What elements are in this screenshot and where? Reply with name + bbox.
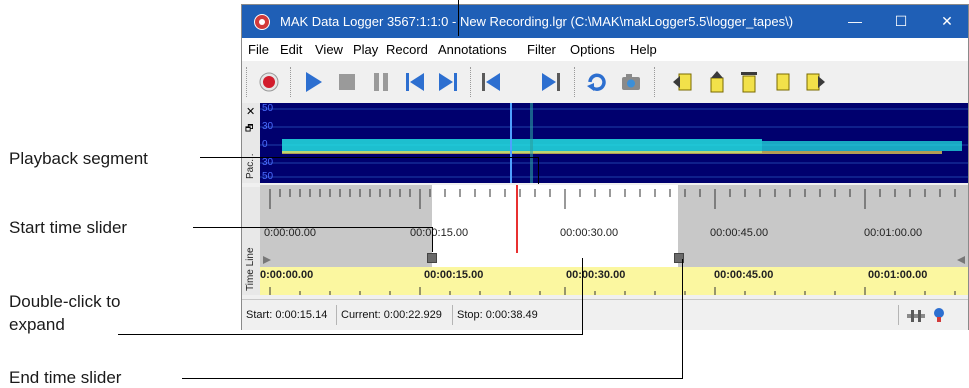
top-tick-label: 00:00:45.00 bbox=[710, 227, 769, 239]
annot-up-icon[interactable] bbox=[704, 69, 730, 95]
bottom-tick-label: 0:00:00.00 bbox=[260, 269, 314, 281]
status-bar: Start: 0:00:15.14 Current: 0:00:22.929 S… bbox=[242, 299, 968, 330]
callout-line-start-slider bbox=[193, 227, 433, 228]
callout-playback-segment: Playback segment bbox=[9, 149, 148, 168]
annot-left-icon[interactable] bbox=[670, 69, 696, 95]
menu-record[interactable]: Record bbox=[386, 42, 428, 57]
toolbar-separator bbox=[470, 67, 472, 97]
callout-line-double-click bbox=[118, 334, 582, 335]
waveform-view[interactable]: 50 30 0 30 50 bbox=[260, 103, 968, 183]
menu-play[interactable]: Play bbox=[353, 42, 378, 57]
callout-line-start-slider-v bbox=[432, 227, 433, 252]
status-separator bbox=[336, 305, 337, 325]
camera-icon[interactable] bbox=[618, 69, 644, 95]
wave-level-label: 50 bbox=[262, 171, 274, 182]
toolbar-separator bbox=[654, 67, 656, 97]
menu-filter[interactable]: Filter bbox=[527, 42, 556, 57]
annot-marker-icon[interactable] bbox=[770, 69, 796, 95]
top-ruler-ticks bbox=[269, 189, 956, 209]
status-separator bbox=[452, 305, 453, 325]
menu-edit[interactable]: Edit bbox=[280, 42, 302, 57]
menu-annotations[interactable]: Annotations bbox=[438, 42, 507, 57]
loop-icon[interactable] bbox=[584, 69, 610, 95]
callout-double-click-line2: expand bbox=[9, 315, 65, 334]
callout-line-playback-segment-v bbox=[538, 157, 539, 184]
app-window: MAK Data Logger 3567:1:1:0 - New Recordi… bbox=[241, 4, 969, 330]
timeline-side-label: Time Line bbox=[245, 247, 256, 291]
stop-icon[interactable] bbox=[334, 69, 360, 95]
wave-level-label: 50 bbox=[262, 103, 274, 114]
play-icon[interactable] bbox=[300, 69, 326, 95]
callout-line-top bbox=[458, 0, 459, 36]
panel-close-icon[interactable]: ✕ bbox=[246, 105, 255, 118]
track-end-arrow-icon bbox=[957, 256, 965, 264]
bottom-tick-label: 00:01:00.00 bbox=[868, 269, 928, 281]
status-start: Start: 0:00:15.14 bbox=[246, 309, 328, 321]
toolbar-separator bbox=[246, 67, 248, 97]
menu-help[interactable]: Help bbox=[630, 42, 657, 57]
bottom-tick-label: 00:00:45.00 bbox=[714, 269, 774, 281]
bottom-tick-label: 00:00:30.00 bbox=[566, 269, 626, 281]
pause-icon[interactable] bbox=[368, 69, 394, 95]
callout-line-playback-segment bbox=[200, 157, 538, 158]
timeline-view[interactable]: 0:00:00.00 00:00:15.00 00:00:30.00 00:00… bbox=[260, 185, 968, 295]
start-time-slider[interactable] bbox=[427, 253, 437, 263]
minimize-button[interactable]: — bbox=[832, 5, 878, 38]
skip-start-icon[interactable] bbox=[402, 69, 428, 95]
app-logo-icon bbox=[254, 14, 270, 30]
bottom-tick-label: 00:00:15.00 bbox=[424, 269, 484, 281]
callout-line-end-slider-v bbox=[682, 259, 683, 379]
timeline-panel-strip: Time Line bbox=[242, 187, 261, 295]
bottom-ruler-ticks bbox=[269, 287, 956, 295]
annot-top-icon[interactable] bbox=[736, 69, 762, 95]
callout-line-end-slider bbox=[182, 378, 682, 379]
menu-options[interactable]: Options bbox=[570, 42, 615, 57]
callout-start-time-slider: Start time slider bbox=[9, 218, 128, 237]
status-separator bbox=[898, 305, 899, 325]
slider-track-selected bbox=[432, 253, 678, 267]
menu-bar: File Edit View Play Record Annotations F… bbox=[242, 38, 968, 61]
network-icon[interactable] bbox=[906, 309, 926, 323]
toolbar: 1x bbox=[242, 61, 968, 145]
callout-double-click-line1: Double-click to bbox=[9, 292, 121, 311]
step-forward-icon[interactable] bbox=[538, 69, 564, 95]
maximize-button[interactable]: ☐ bbox=[878, 5, 924, 38]
menu-view[interactable]: View bbox=[315, 42, 343, 57]
waveform-graphic bbox=[260, 103, 968, 183]
title-bar[interactable]: MAK Data Logger 3567:1:1:0 - New Recordi… bbox=[242, 5, 968, 38]
panel-restore-icon[interactable]: 🗗 bbox=[245, 121, 253, 137]
window-title: MAK Data Logger 3567:1:1:0 - New Recordi… bbox=[280, 14, 794, 29]
wave-level-label: 30 bbox=[262, 121, 274, 132]
callout-line-double-click-v bbox=[582, 258, 583, 335]
toolbar-separator bbox=[290, 67, 292, 97]
menu-file[interactable]: File bbox=[248, 42, 269, 57]
record-icon[interactable] bbox=[256, 69, 282, 95]
callout-end-time-slider: End time slider bbox=[9, 368, 122, 387]
top-tick-label: 00:00:30.00 bbox=[560, 227, 619, 239]
wave-level-label: 30 bbox=[262, 157, 274, 168]
top-tick-label: 00:00:15.00 bbox=[410, 227, 469, 239]
wave-level-label: 0 bbox=[262, 139, 268, 150]
close-button[interactable]: ✕ bbox=[924, 5, 969, 38]
connection-status-icon[interactable] bbox=[932, 307, 946, 323]
toolbar-separator bbox=[574, 67, 576, 97]
status-current: Current: 0:00:22.929 bbox=[341, 309, 442, 321]
track-start-arrow-icon bbox=[263, 256, 271, 264]
step-back-icon[interactable] bbox=[478, 69, 504, 95]
annot-right-icon[interactable] bbox=[802, 69, 828, 95]
status-stop: Stop: 0:00:38.49 bbox=[457, 309, 538, 321]
top-tick-label: 00:01:00.00 bbox=[864, 227, 923, 239]
skip-end-icon[interactable] bbox=[435, 69, 461, 95]
packet-panel-strip: ✕ 🗗 Pac... bbox=[242, 103, 261, 183]
top-tick-label: 0:00:00.00 bbox=[264, 227, 316, 239]
